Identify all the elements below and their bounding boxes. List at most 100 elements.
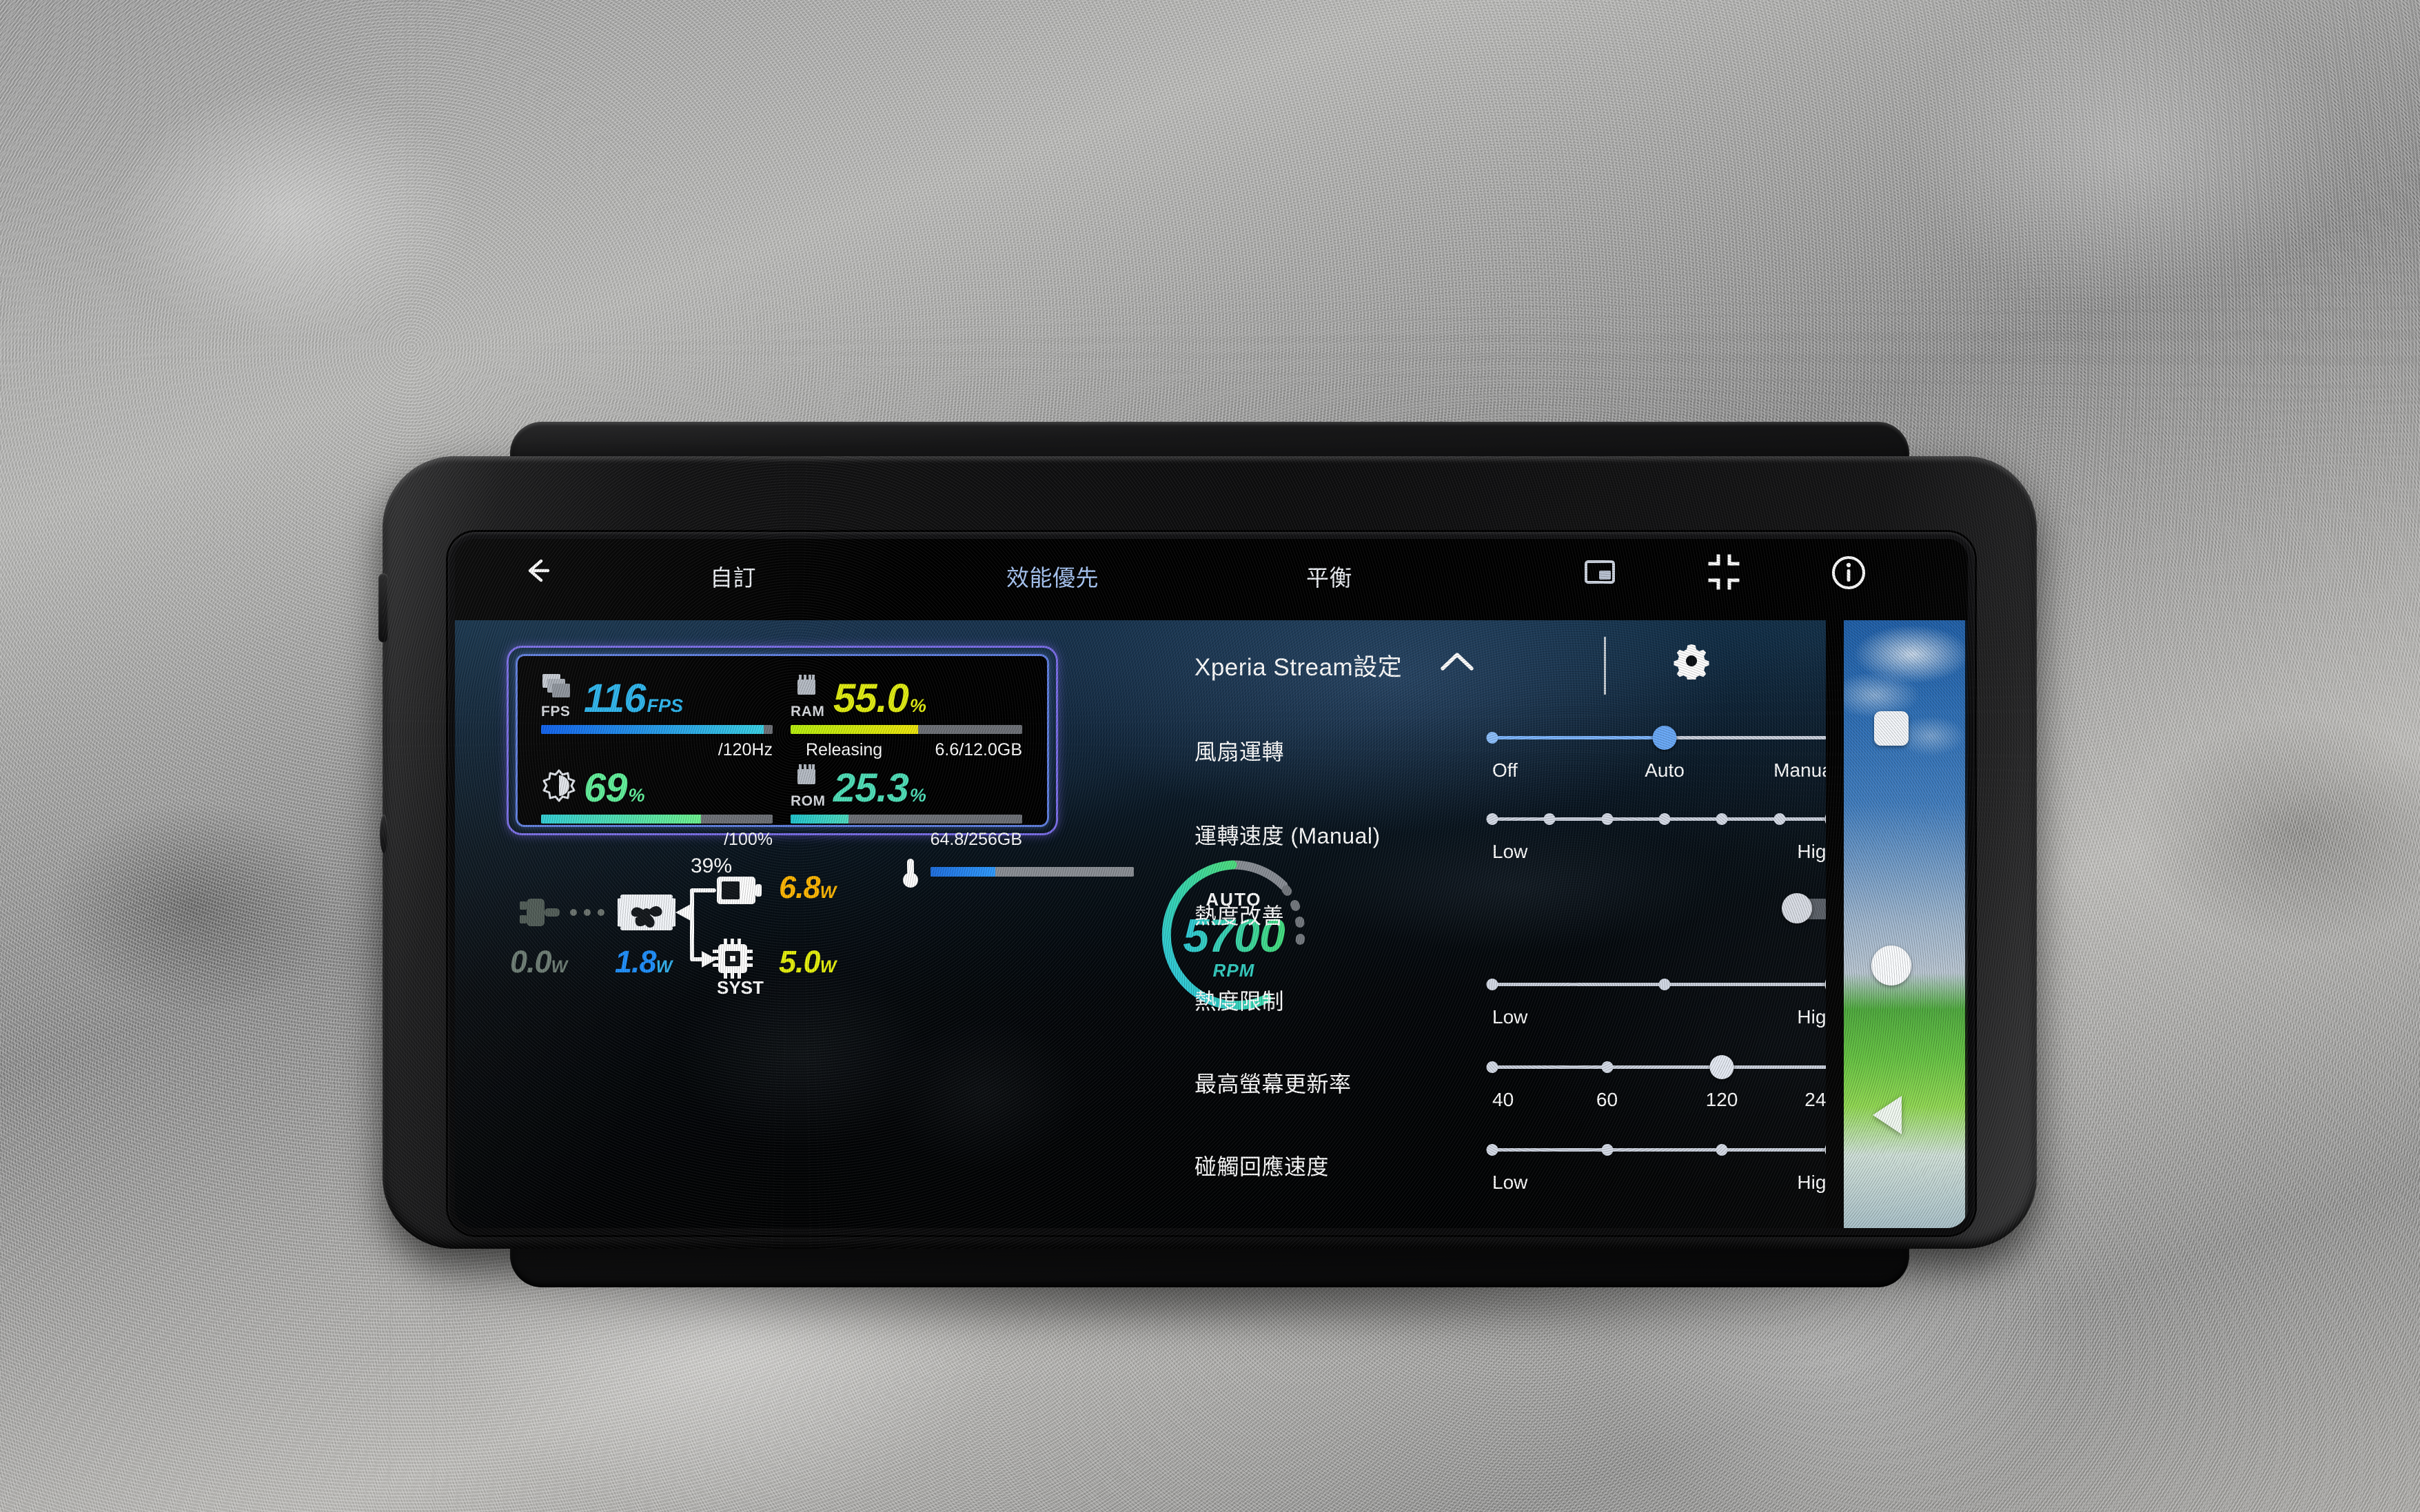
battery-icon <box>717 877 762 904</box>
fps-icon-label: FPS <box>541 704 571 719</box>
thermal-limit-slider[interactable]: Low High <box>1486 969 1849 1028</box>
thermal-limit-knob[interactable] <box>1824 972 1849 997</box>
touch-tick-low: Low <box>1492 1172 1528 1193</box>
rom-value: 25.3 <box>833 766 909 811</box>
fan-speed-slider[interactable]: Low High <box>1486 804 1849 862</box>
toggle-knob[interactable] <box>1782 893 1812 923</box>
gear-icon[interactable] <box>1673 642 1710 680</box>
thermal-improvement-label: 熱度改善 <box>1194 903 1285 928</box>
info-icon[interactable] <box>1830 554 1867 591</box>
refresh-tick-40: 40 <box>1492 1089 1514 1110</box>
fan-operation-slider[interactable]: Off Auto Manual <box>1486 722 1843 781</box>
fan-tick-auto: Auto <box>1645 759 1685 781</box>
arrow-to-cooler <box>675 904 691 921</box>
fps-bar <box>541 725 773 734</box>
max-refresh-rate-knob[interactable] <box>1709 1055 1734 1079</box>
fan-tick-off: Off <box>1492 759 1518 781</box>
slider-notch[interactable] <box>1486 813 1498 825</box>
slider-notch[interactable] <box>1601 813 1613 825</box>
max-refresh-rate-slider[interactable]: 40 60 120 240 <box>1486 1052 1843 1110</box>
picture-in-picture-icon[interactable] <box>1582 554 1618 590</box>
back-arrow-icon[interactable] <box>520 554 553 587</box>
slider-track <box>1492 1065 1837 1069</box>
slider-notch[interactable] <box>1543 813 1556 825</box>
collapse-icon[interactable] <box>1706 554 1742 590</box>
thermal-limit-tick-high: High <box>1797 1006 1837 1028</box>
ram-value: 55.0 <box>833 676 909 722</box>
tab-balanced[interactable]: 平衡 <box>1306 560 1352 593</box>
refresh-tick-60: 60 <box>1596 1089 1618 1110</box>
setting-row-thermal-limit: 熱度限制 Low High <box>1175 951 1849 1032</box>
side-nub-lower <box>380 815 388 853</box>
slider-notch[interactable] <box>1773 813 1785 825</box>
fps-footer: /120Hz <box>718 740 773 759</box>
slider-notch[interactable] <box>1601 1061 1613 1073</box>
temperature-bar <box>931 867 1134 877</box>
thermal-improvement-toggle[interactable] <box>1782 893 1837 923</box>
slider-notch[interactable] <box>1486 1061 1498 1073</box>
thermal-limit-tick-low: Low <box>1492 1006 1528 1028</box>
game-scene-silhouette <box>455 618 1968 1228</box>
slider-notch[interactable] <box>1486 732 1498 744</box>
fan-operation-label: 風扇運轉 <box>1194 739 1285 764</box>
slider-notch[interactable] <box>1831 732 1843 744</box>
touch-response-knob[interactable] <box>1824 1138 1849 1162</box>
setting-row-thermal-improvement: 熱度改善 <box>1175 870 1844 951</box>
metrics-outer-border <box>507 646 1058 835</box>
system-chip-icon <box>713 939 753 979</box>
slider-track <box>1492 983 1837 986</box>
slider-notch[interactable] <box>1658 979 1671 990</box>
top-bar: 自訂 效能優先 平衡 <box>455 539 1968 620</box>
slider-notch[interactable] <box>1486 979 1498 990</box>
slider-notch[interactable] <box>1486 1144 1498 1156</box>
ram-bar-fill <box>791 725 918 734</box>
game-background <box>455 618 1968 1228</box>
settings-header: Xperia Stream設定 <box>1194 637 1863 695</box>
xperia-phone-with-stream-cooler: 自訂 效能優先 平衡 FPS 116 FPS /120Hz RAM 55.0 %… <box>362 422 2057 1320</box>
sliver-gutter <box>1826 620 1844 1228</box>
slider-notch[interactable] <box>1716 1144 1728 1156</box>
gauge-rpm-value: 5700 <box>1183 910 1285 962</box>
game-sliver-clouds <box>1844 620 1968 961</box>
nav-square-button[interactable] <box>1874 711 1909 746</box>
brightness-unit: % <box>628 785 645 806</box>
temperature-indicator <box>896 857 1134 888</box>
power-flow-diagram: 39% SYST 0.0W 1.8W 6.8W 5.0W <box>510 855 1034 1014</box>
slider-notch[interactable] <box>1716 813 1728 825</box>
brightness-icon <box>541 766 584 808</box>
slider-notch[interactable] <box>1601 1144 1613 1156</box>
ram-status: Releasing <box>806 740 883 759</box>
fan-speed-knob[interactable] <box>1824 807 1849 831</box>
fan-tick-manual: Manual <box>1773 759 1837 781</box>
slider-notch[interactable] <box>1831 1061 1843 1073</box>
metric-brightness: 69 % /100% <box>541 765 773 849</box>
phone-screen: 自訂 效能優先 平衡 FPS 116 FPS /120Hz RAM 55.0 %… <box>455 539 1968 1228</box>
fps-icon: FPS <box>541 674 584 719</box>
touch-response-label: 碰觸回應速度 <box>1194 1154 1330 1179</box>
cooler-fan-icon <box>618 895 675 930</box>
sliver-right-edge <box>1965 620 1968 1228</box>
max-refresh-rate-label: 最高螢幕更新率 <box>1194 1072 1352 1096</box>
screen-bezel <box>448 532 1975 1235</box>
ram-icon-label: RAM <box>791 704 825 719</box>
setting-row-fan-operation: 風扇運轉 Off Auto Manual <box>1175 702 1844 783</box>
fan-speed-tick-high: High <box>1797 841 1837 862</box>
nav-circle-button[interactable] <box>1871 946 1911 985</box>
slider-track <box>1492 817 1837 821</box>
side-nub-upper <box>378 573 388 642</box>
chevron-up-icon[interactable] <box>1437 648 1477 678</box>
tab-performance-priority[interactable]: 效能優先 <box>1006 560 1099 593</box>
nav-back-triangle-button[interactable] <box>1873 1096 1902 1134</box>
touch-response-slider[interactable]: Low High <box>1486 1134 1849 1193</box>
slider-track <box>1492 1148 1837 1152</box>
metric-rom: ROM 25.3 % 64.8/256GB <box>791 764 1022 849</box>
brightness-bar <box>541 815 773 824</box>
slider-notch[interactable] <box>1658 813 1671 825</box>
tab-custom[interactable]: 自訂 <box>710 560 756 593</box>
rom-unit: % <box>909 785 926 806</box>
fan-operation-knob[interactable] <box>1652 726 1677 750</box>
slider-track-active <box>1492 736 1665 739</box>
ram-bar <box>791 725 1022 734</box>
connection-dots <box>570 909 604 916</box>
device-shell: 自訂 效能優先 平衡 FPS 116 FPS /120Hz RAM 55.0 %… <box>378 456 2037 1249</box>
